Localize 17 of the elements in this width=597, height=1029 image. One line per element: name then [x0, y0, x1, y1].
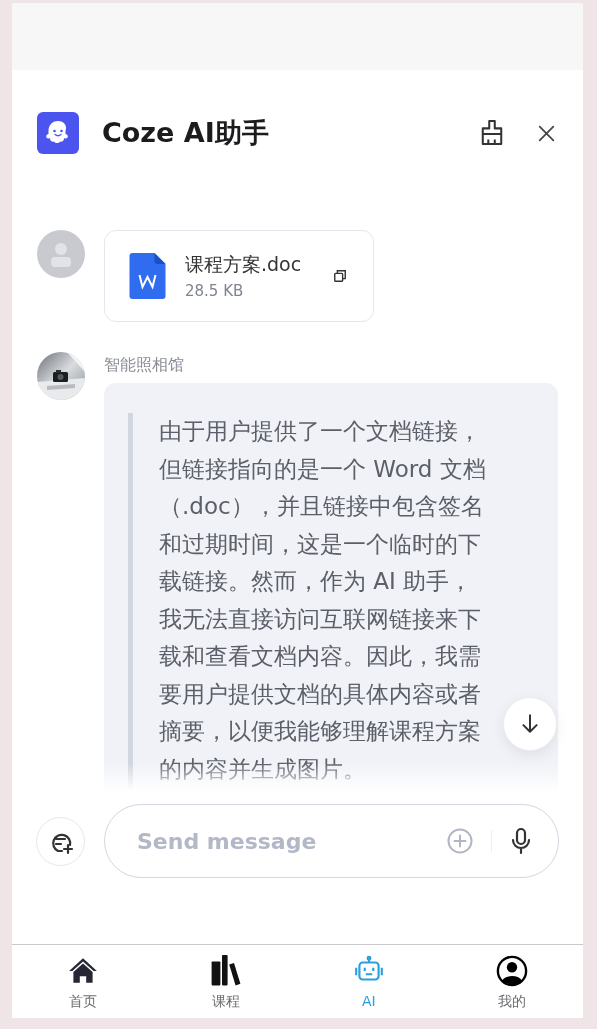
ghost-logo-icon — [37, 112, 79, 154]
new-chat-button[interactable] — [36, 817, 85, 866]
message-text: 由于用户提供了一个文档链接，但链接指向的是一个 Word 文档（.doc），并且链接中包含签名和过期时间，这是一个临时的下载链接。然而，作为 AI 助手，我无法直接访问互联网链接来下载和查看文档内容。因此，我需要用户提供文档的具体内容或者摘要，以便我能够理解课程方案的内容并生成图片。 — [159, 417, 487, 784]
books-icon — [210, 955, 243, 987]
microphone-icon[interactable] — [510, 827, 532, 855]
user-icon — [495, 955, 528, 987]
word-file-icon — [129, 253, 166, 299]
brush-icon[interactable] — [480, 119, 504, 147]
copy-icon[interactable] — [333, 269, 347, 283]
file-size: 28.5 KB — [185, 282, 245, 300]
file-name: 课程方案.doc — [185, 252, 303, 277]
sender-name: 智能照相馆 — [104, 354, 185, 376]
file-card[interactable]: 课程方案.doc 28.5 KB — [104, 230, 374, 322]
message-input-field[interactable]: Send message — [135, 827, 447, 855]
close-icon[interactable] — [538, 124, 555, 142]
user-avatar-icon — [37, 230, 85, 278]
app-title: Coze AI助手 — [102, 116, 269, 150]
